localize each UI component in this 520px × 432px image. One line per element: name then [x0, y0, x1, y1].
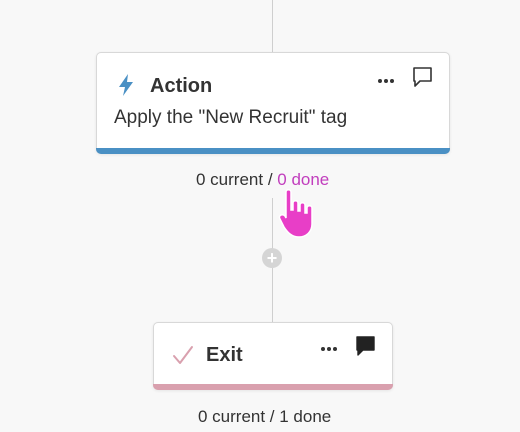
exit-step-counter: 0 current / 1 done	[198, 407, 332, 426]
action-step-counter: 0 current / 0 done	[196, 170, 329, 190]
more-options-icon[interactable]	[320, 341, 338, 359]
connector-line-top	[272, 0, 273, 53]
hand-pointer-cursor-icon	[278, 188, 326, 245]
lightning-icon	[117, 73, 135, 102]
done-count-link[interactable]: 0 done	[277, 170, 329, 189]
exit-step-title: Exit	[206, 344, 243, 366]
comment-icon[interactable]	[412, 66, 434, 93]
action-step-accent-bar	[96, 148, 450, 154]
current-count: 0 current	[196, 170, 264, 189]
checkmark-icon	[172, 345, 194, 370]
exit-step-card[interactable]: Exit	[153, 322, 393, 390]
add-step-button[interactable]: +	[262, 248, 282, 268]
comment-filled-icon[interactable]	[355, 335, 377, 362]
action-step-description: Apply the "New Recruit" tag	[114, 107, 348, 128]
action-step-card[interactable]: Action Apply the "New Recruit" tag	[96, 52, 450, 154]
exit-step-accent-bar	[153, 384, 393, 390]
counter-separator: /	[263, 170, 278, 189]
action-step-title: Action	[150, 75, 213, 97]
more-options-icon[interactable]	[377, 73, 395, 83]
